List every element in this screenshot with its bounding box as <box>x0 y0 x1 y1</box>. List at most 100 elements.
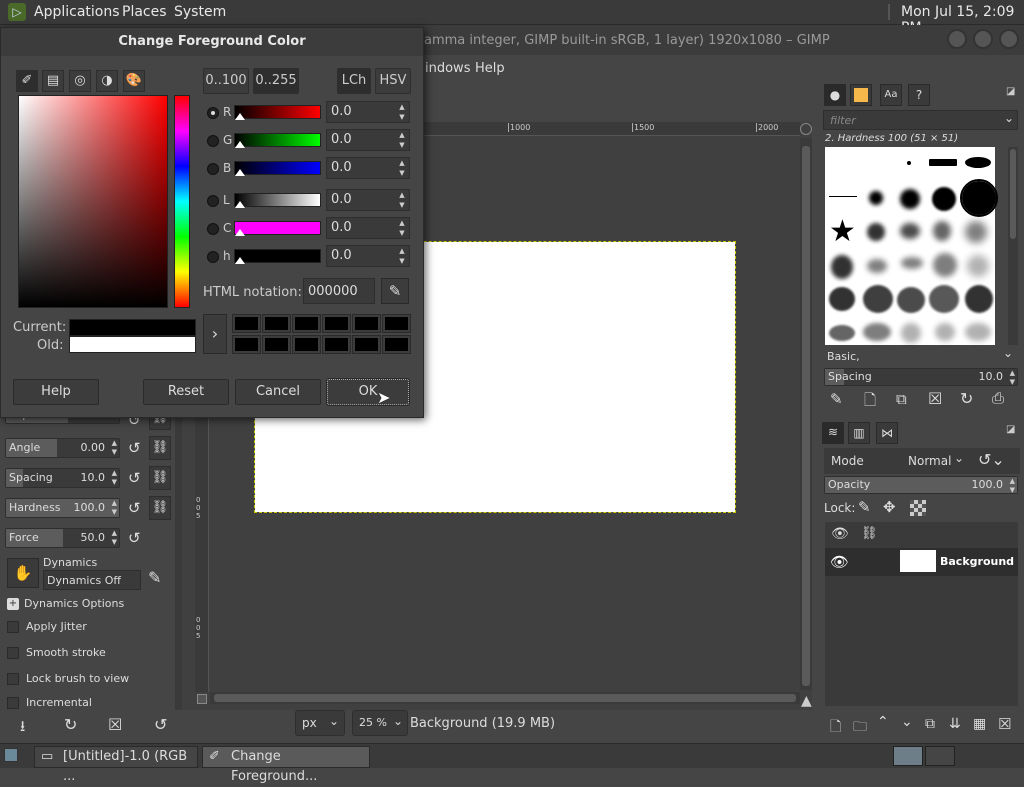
brush-item[interactable] <box>863 285 893 313</box>
brush-item[interactable] <box>933 221 951 241</box>
angle-spin[interactable]: ▲ ▼ <box>112 439 117 457</box>
hscroll-thumb[interactable] <box>214 694 796 702</box>
help-button[interactable]: Help <box>13 379 99 405</box>
channel-radio[interactable] <box>207 135 219 147</box>
channel-value-input[interactable]: 0.0 ▲ ▼ <box>326 217 410 239</box>
hardness-slider[interactable]: Hardness 100.0 ▲ ▼ <box>5 498 120 518</box>
brush-item[interactable] <box>967 255 989 277</box>
brush-item[interactable] <box>900 189 920 209</box>
reset-icon[interactable]: ↺ <box>128 500 144 516</box>
hue-strip[interactable] <box>174 95 190 308</box>
brush-spacing-slider[interactable]: Spacing 10.0 ▲ ▼ <box>824 368 1018 386</box>
old-color-swatch[interactable] <box>69 336 196 353</box>
range-100-button[interactable]: 0..100 <box>203 68 249 94</box>
hardness-spin[interactable]: ▲ ▼ <box>112 499 117 517</box>
new-group-icon[interactable]: 🗀 <box>853 716 867 740</box>
channel-radio[interactable] <box>207 107 219 119</box>
minimize-button[interactable] <box>947 29 967 49</box>
save-options-icon[interactable]: ⭳ <box>20 716 25 741</box>
system-menu[interactable]: System <box>174 4 226 20</box>
brushes-tab-icon[interactable]: ● <box>824 84 846 106</box>
opacity-spin[interactable]: ▲ ▼ <box>1010 477 1015 495</box>
horizontal-ruler[interactable]: 1000 1500 2000 <box>424 122 800 136</box>
watercolor-picker-icon[interactable]: ◎ <box>69 70 91 92</box>
brush-spacing-spin[interactable]: ▲ ▼ <box>1010 369 1015 387</box>
reset-icon[interactable]: ↺ <box>128 470 144 486</box>
maximize-button[interactable] <box>973 29 993 49</box>
wheel-picker-icon[interactable]: ◑ <box>96 70 118 92</box>
chain-icon[interactable]: ⛓ <box>149 466 171 490</box>
channel-value-input[interactable]: 0.0 ▲ ▼ <box>326 101 410 123</box>
force-spin[interactable]: ▲ ▼ <box>112 529 117 547</box>
dock-menu-icon[interactable]: ◪ <box>1006 86 1015 97</box>
brush-item[interactable] <box>829 196 857 197</box>
brush-item[interactable] <box>829 325 855 341</box>
lock-position-icon[interactable]: ✥ <box>883 498 896 516</box>
brush-item[interactable] <box>929 285 959 313</box>
color-history-swatch[interactable] <box>322 314 351 333</box>
channel-slider-handle[interactable] <box>235 201 245 208</box>
layers-list[interactable] <box>825 576 1018 706</box>
channel-slider[interactable] <box>234 221 321 235</box>
smooth-stroke-label[interactable]: Smooth stroke <box>26 646 106 659</box>
brush-item[interactable] <box>831 255 853 279</box>
dock-menu-icon[interactable]: ◪ <box>1006 424 1015 435</box>
layers-tab-icon[interactable]: ≋ <box>822 422 844 444</box>
brush-item[interactable] <box>900 223 920 239</box>
brush-preset-select[interactable]: Basic, ⌄ <box>823 346 1018 366</box>
add-to-history-button[interactable]: › <box>203 314 227 354</box>
gnome-foot-icon[interactable]: ▷ <box>8 3 26 21</box>
channel-slider[interactable] <box>234 133 321 147</box>
channel-spin[interactable]: ▲ ▼ <box>395 190 409 210</box>
brush-item[interactable] <box>935 323 955 341</box>
show-desktop-icon[interactable] <box>4 748 18 762</box>
channel-slider[interactable] <box>234 249 321 263</box>
smooth-stroke-checkbox[interactable] <box>7 647 19 659</box>
vertical-scrollbar[interactable] <box>800 138 812 690</box>
brush-grid-scrollbar[interactable] <box>1008 147 1018 345</box>
brush-item[interactable] <box>965 157 991 168</box>
brush-item[interactable] <box>965 285 993 313</box>
brush-filter-input[interactable]: filter ⌄ <box>823 110 1018 130</box>
brush-item[interactable] <box>933 253 957 277</box>
brush-item[interactable] <box>901 257 923 269</box>
quick-mask-toggle[interactable] <box>197 694 207 704</box>
delete-icon[interactable]: ☒ <box>108 715 122 734</box>
color-history-swatch[interactable] <box>322 335 351 354</box>
raise-layer-icon[interactable]: ⌃ <box>877 714 889 730</box>
delete-brush-icon[interactable]: ☒ <box>928 389 942 408</box>
patterns-tab-icon[interactable] <box>850 84 872 106</box>
reset-icon[interactable]: ↺ <box>128 440 144 456</box>
html-notation-input[interactable]: 000000 <box>303 278 375 304</box>
channel-spin[interactable]: ▲ ▼ <box>395 246 409 266</box>
brush-item-selected[interactable] <box>960 179 998 217</box>
spacing-slider[interactable]: Spacing 10.0 ▲ ▼ <box>5 468 120 488</box>
brush-item[interactable]: ★ <box>829 217 856 247</box>
dynamics-options-label[interactable]: Dynamics Options <box>24 597 124 610</box>
color-picker-icon[interactable]: ✎ <box>381 278 409 304</box>
workspace-switcher[interactable] <box>893 746 923 766</box>
chain-icon[interactable]: ⛓ <box>149 436 171 460</box>
color-history-swatch[interactable] <box>382 314 411 333</box>
brush-item[interactable] <box>901 323 921 343</box>
applications-menu[interactable]: Applications <box>34 4 120 20</box>
channel-radio[interactable] <box>207 163 219 175</box>
brush-item[interactable] <box>869 191 883 205</box>
color-square[interactable] <box>18 95 168 308</box>
edit-dynamics-icon[interactable]: ✎ <box>148 568 161 587</box>
menu-windows[interactable]: indows <box>425 61 470 76</box>
delete-layer-icon[interactable]: ☒ <box>998 715 1011 733</box>
palette-picker-icon[interactable]: 🎨 <box>123 70 145 92</box>
cancel-button[interactable]: Cancel <box>235 379 321 405</box>
channel-spin[interactable]: ▲ ▼ <box>395 158 409 178</box>
horizontal-scrollbar[interactable] <box>210 692 800 704</box>
channel-value-input[interactable]: 0.0 ▲ ▼ <box>326 245 410 267</box>
merge-layer-icon[interactable]: ⇊ <box>949 716 961 732</box>
channel-slider-handle[interactable] <box>235 257 245 264</box>
vscroll-thumb[interactable] <box>802 146 810 686</box>
channel-radio[interactable] <box>207 223 219 235</box>
restore-icon[interactable]: ↻ <box>64 715 77 734</box>
brush-item[interactable] <box>907 161 911 165</box>
lch-button[interactable]: LCh <box>337 68 371 94</box>
hsv-button[interactable]: HSV <box>375 68 411 94</box>
